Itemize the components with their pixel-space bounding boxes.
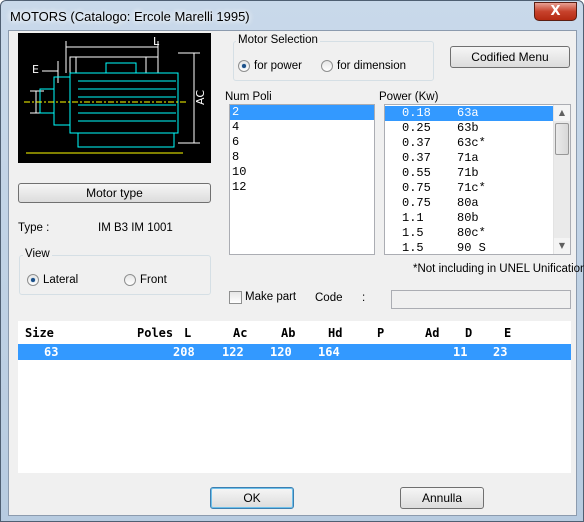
table-row[interactable]: 63 208 122 120 164 11 23 (18, 344, 571, 360)
power-kw: 0.75 (402, 196, 431, 210)
power-kw: 0.75 (402, 181, 431, 195)
code-separator: : (362, 292, 366, 304)
power-kw: 0.25 (402, 121, 431, 135)
header-hd: Hd (328, 326, 343, 340)
type-label: Type : (18, 222, 50, 234)
radio-front-indicator (124, 274, 136, 286)
power-item[interactable]: 0.37 71a (385, 151, 553, 166)
power-kw: 1.5 (402, 241, 424, 255)
power-item[interactable]: 0.18 63a (385, 106, 553, 121)
num-poli-item[interactable]: 12 (230, 180, 374, 195)
num-poli-item[interactable]: 4 (230, 120, 374, 135)
radio-lateral[interactable]: Lateral (27, 274, 78, 286)
radio-for-power[interactable]: for power (238, 60, 302, 72)
scroll-up-icon[interactable]: ▲ (554, 105, 570, 121)
power-item[interactable]: 0.55 71b (385, 166, 553, 181)
header-size: Size (25, 326, 54, 340)
unel-note: *Not including in UNEL Unification (413, 263, 584, 275)
power-code: 63c* (457, 136, 486, 150)
cell-hd: 164 (318, 345, 340, 359)
radio-lateral-label: Lateral (43, 274, 79, 286)
num-poli-item[interactable]: 6 (230, 135, 374, 150)
results-table[interactable]: Size Poles L Ac Ab Hd P Ad D E 63 208 12… (18, 321, 571, 473)
power-code: 71b (457, 166, 479, 180)
cell-ab: 120 (270, 345, 292, 359)
power-code: 63b (457, 121, 479, 135)
cell-d: 11 (453, 345, 468, 359)
ok-button[interactable]: OK (210, 487, 294, 509)
power-label: Power (Kw) (379, 91, 439, 103)
header-poles: Poles (137, 326, 174, 340)
num-poli-item[interactable]: 2 (230, 105, 374, 120)
power-kw: 0.37 (402, 136, 431, 150)
motor-type-button[interactable]: Motor type (18, 183, 211, 203)
power-item[interactable]: 0.25 63b (385, 121, 553, 136)
radio-for-dimension-indicator (321, 60, 333, 72)
power-item[interactable]: 0.75 80a (385, 196, 553, 211)
num-poli-label: Num Poli (225, 91, 272, 103)
radio-front-label: Front (140, 274, 167, 286)
title-bar[interactable]: MOTORS (Catalogo: Ercole Marelli 1995) X (1, 1, 583, 31)
window-title: MOTORS (Catalogo: Ercole Marelli 1995) (10, 9, 250, 24)
dialog-client-area: L E AC Motor Selection for power for dim… (8, 30, 584, 516)
type-value: IM B3 IM 1001 (98, 222, 173, 234)
dim-l-label: L (153, 35, 160, 48)
make-part-checkbox[interactable] (229, 291, 242, 304)
cell-size: 63 (44, 345, 59, 359)
header-d: D (465, 326, 473, 340)
motor-selection-label: Motor Selection (236, 34, 320, 46)
power-kw: 1.5 (402, 226, 424, 240)
cell-ac: 122 (222, 345, 244, 359)
power-list-scrollbar[interactable]: ▲ ▼ (553, 105, 570, 254)
annulla-button[interactable]: Annulla (400, 487, 484, 509)
close-button[interactable]: X (534, 2, 577, 21)
radio-lateral-indicator (27, 274, 39, 286)
table-header: Size Poles L Ac Ab Hd P Ad D E (18, 325, 571, 341)
radio-for-power-indicator (238, 60, 250, 72)
radio-front[interactable]: Front (124, 274, 167, 286)
power-code: 80c* (457, 226, 486, 240)
radio-for-dimension-label: for dimension (337, 60, 407, 72)
power-code: 80b (457, 211, 479, 225)
radio-for-power-label: for power (254, 60, 302, 72)
power-kw: 1.1 (402, 211, 424, 225)
power-item[interactable]: 0.37 63c* (385, 136, 553, 151)
power-code: 63a (457, 106, 479, 120)
dim-e-label: E (32, 63, 39, 76)
header-l: L (184, 326, 192, 340)
cell-l: 208 (173, 345, 195, 359)
power-list[interactable]: 0.18 63a 0.25 63b 0.37 63c* 0.37 71a 0.55 71b 0.75… (384, 104, 571, 255)
power-item[interactable]: 1.5 80c* (385, 226, 553, 241)
power-code: 80a (457, 196, 479, 210)
num-poli-item[interactable]: 8 (230, 150, 374, 165)
power-code: 90 S (457, 241, 486, 255)
power-kw: 0.37 (402, 151, 431, 165)
power-kw: 0.18 (402, 106, 431, 120)
power-item[interactable]: 0.75 71c* (385, 181, 553, 196)
make-part-label[interactable]: Make part (245, 291, 296, 303)
header-ac: Ac (233, 326, 248, 340)
codified-menu-button[interactable]: Codified Menu (450, 46, 570, 68)
num-poli-item[interactable]: 10 (230, 165, 374, 180)
scroll-thumb[interactable] (555, 123, 569, 155)
power-item[interactable]: 1.1 80b (385, 211, 553, 226)
dim-ac-label: AC (194, 90, 207, 105)
header-p: P (377, 326, 385, 340)
power-kw: 0.55 (402, 166, 431, 180)
num-poli-list[interactable]: 2 4 6 8 10 12 (229, 104, 375, 255)
power-code: 71c* (457, 181, 486, 195)
radio-for-dimension[interactable]: for dimension (321, 60, 406, 72)
motor-drawing: L E AC (18, 33, 211, 163)
header-ab: Ab (281, 326, 296, 340)
header-ad: Ad (425, 326, 440, 340)
power-item[interactable]: 1.5 90 S (385, 241, 553, 255)
view-label: View (23, 248, 52, 260)
header-e: E (504, 326, 512, 340)
code-label: Code (315, 292, 343, 304)
power-code: 71a (457, 151, 479, 165)
code-field[interactable] (391, 290, 571, 309)
motors-window: MOTORS (Catalogo: Ercole Marelli 1995) X (0, 0, 584, 522)
cell-e: 23 (493, 345, 508, 359)
scroll-down-icon[interactable]: ▼ (554, 238, 570, 254)
